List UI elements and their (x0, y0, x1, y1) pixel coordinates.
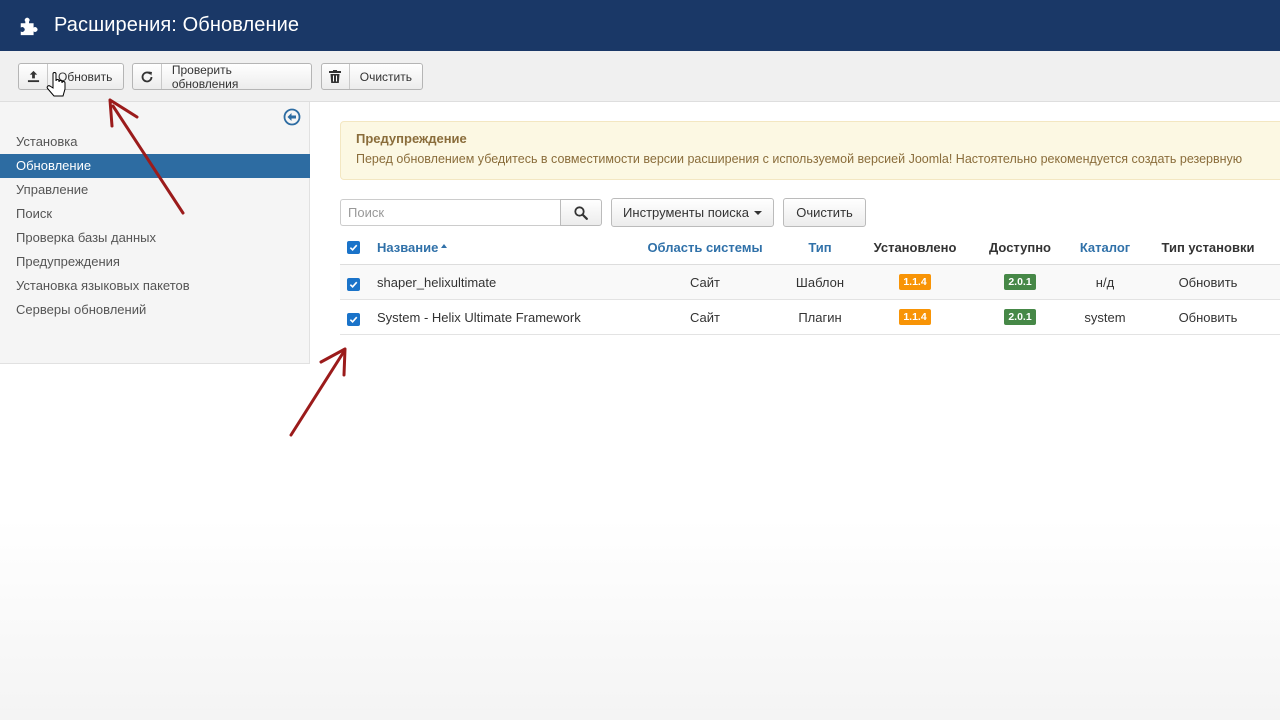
column-install-type: Тип установки (1161, 239, 1255, 255)
available-version-badge: 2.0.1 (970, 265, 1070, 299)
installed-version-badge: 1.1.4 (860, 300, 970, 334)
extension-name: System - Helix Ultimate Framework (377, 309, 581, 325)
extension-install-type: Обновить (1178, 274, 1238, 290)
sidebar-item-update[interactable]: Обновление (0, 154, 310, 178)
caret-down-icon (753, 210, 762, 215)
sidebar-item-install[interactable]: Установка (0, 130, 310, 154)
column-type[interactable]: Тип (780, 230, 860, 264)
puzzle-icon (20, 17, 38, 35)
extension-install-type: Обновить (1178, 309, 1238, 325)
sidebar-item-manage[interactable]: Управление (0, 178, 310, 202)
sidebar-item-warnings[interactable]: Предупреждения (0, 250, 310, 274)
sidebar-item-update-sites[interactable]: Серверы обновлений (0, 298, 310, 322)
clear-cache-button[interactable]: Очистить (321, 63, 423, 90)
alert-heading: Предупреждение (356, 131, 467, 146)
updates-table: Название Область системы Тип Установлено… (340, 230, 1280, 335)
checkbox-checked-icon (347, 277, 360, 291)
checkbox-checked-icon (347, 312, 360, 326)
sort-asc-icon (441, 244, 448, 248)
table-row: System - Helix Ultimate Framework Сайт П… (340, 300, 1280, 335)
row-checkbox[interactable] (347, 302, 361, 336)
sidebar-item-languages[interactable]: Установка языковых пакетов (0, 274, 310, 298)
warning-alert: Предупреждение Перед обновлением убедите… (340, 121, 1280, 180)
select-all-checkbox[interactable] (347, 230, 361, 264)
sidebar-item-database[interactable]: Проверка базы данных (0, 226, 310, 250)
search-tools-label: Инструменты поиска (623, 205, 749, 220)
extension-type: Шаблон (795, 274, 845, 290)
available-version-badge: 2.0.1 (970, 300, 1070, 334)
table-header-row: Название Область системы Тип Установлено… (340, 230, 1280, 265)
installed-version-badge: 1.1.4 (860, 265, 970, 299)
sidebar-item-discover[interactable]: Поиск (0, 202, 310, 226)
search-tools-button[interactable]: Инструменты поиска (611, 198, 774, 227)
row-checkbox[interactable] (347, 267, 361, 301)
extension-name: shaper_helixultimate (377, 274, 497, 290)
search-clear-label: Очистить (796, 205, 853, 220)
checkbox-checked-icon (347, 240, 360, 254)
refresh-icon (133, 64, 162, 89)
search-input[interactable] (340, 199, 560, 226)
clear-cache-label: Очистить (359, 69, 412, 84)
check-updates-button[interactable]: Проверить обновления (132, 62, 312, 91)
toolbar: Обновить Проверить обновления Очистить (0, 51, 1280, 102)
sidebar-menu: Установка Обновление Управление Поиск Пр… (0, 130, 310, 322)
extension-area: Сайт (690, 309, 720, 325)
alert-message: Перед обновлением убедитесь в совместимо… (356, 152, 1243, 166)
search-button[interactable] (560, 199, 602, 226)
collapse-sidebar-icon[interactable] (283, 108, 301, 126)
column-folder[interactable]: Каталог (1060, 230, 1150, 264)
page-title: Расширения: Обновление (54, 14, 300, 36)
extension-folder: system (1084, 309, 1126, 325)
extension-folder: н/д (1095, 274, 1115, 290)
trash-icon (322, 64, 350, 89)
page-header: Расширения: Обновление (0, 0, 1280, 51)
table-row: shaper_helixultimate Сайт Шаблон 1.1.4 2… (340, 265, 1280, 300)
extension-area: Сайт (690, 274, 720, 290)
search-icon (574, 205, 588, 220)
extension-type: Плагин (798, 309, 842, 325)
check-updates-label: Проверить обновления (171, 62, 239, 91)
sidebar: Установка Обновление Управление Поиск Пр… (0, 102, 310, 364)
upload-icon (19, 64, 48, 89)
update-button-label: Обновить (58, 69, 113, 84)
update-button[interactable]: Обновить (18, 63, 124, 90)
column-available: Доступно (989, 239, 1051, 255)
column-area[interactable]: Область системы (630, 230, 780, 264)
column-name[interactable]: Название (377, 230, 527, 264)
search-clear-button[interactable]: Очистить (783, 198, 866, 227)
column-installed: Установлено (873, 239, 957, 255)
